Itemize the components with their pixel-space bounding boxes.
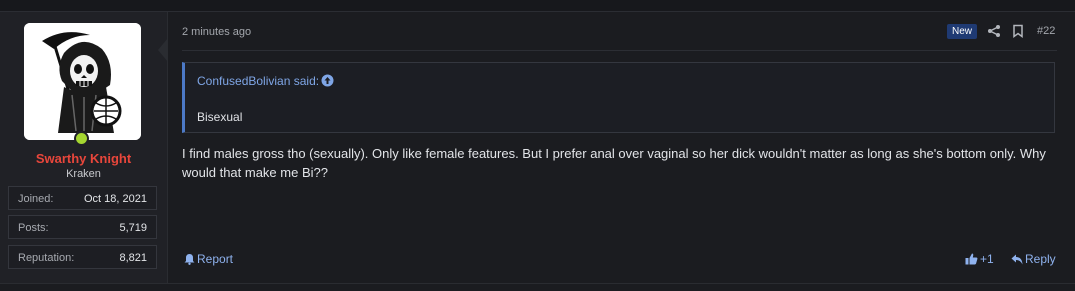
reply-button[interactable]: Reply (1011, 252, 1056, 266)
report-label: Report (197, 252, 234, 266)
online-status-indicator (74, 131, 89, 146)
bookmark-icon[interactable] (1011, 24, 1025, 38)
stat-posts: Posts: 5,719 (8, 215, 157, 239)
reply-icon (1011, 254, 1023, 265)
stat-label: Posts: (18, 222, 49, 234)
report-link[interactable]: Report (184, 252, 233, 266)
post-message: I find males gross tho (sexually). Only … (182, 146, 1046, 180)
share-icon[interactable] (987, 24, 1001, 38)
stat-value: 5,719 (119, 222, 147, 234)
stat-joined: Joined: Oct 18, 2021 (8, 186, 157, 210)
quote-author-link[interactable]: ConfusedBolivian said: (197, 74, 319, 88)
user-sidebar: Swarthy Knight Kraken Joined: Oct 18, 20… (0, 12, 168, 283)
bell-icon (184, 254, 195, 265)
jump-to-quote-icon[interactable] (321, 74, 334, 87)
stat-value: 8,821 (119, 252, 147, 264)
post-timestamp[interactable]: 2 minutes ago (182, 26, 251, 38)
like-label: +1 (980, 252, 994, 266)
reply-label: Reply (1025, 252, 1056, 266)
post-number-link[interactable]: #22 (1037, 25, 1055, 37)
sidebar-pointer (158, 38, 168, 62)
avatar[interactable] (24, 23, 141, 140)
grim-reaper-icon (24, 23, 141, 140)
forum-post: Swarthy Knight Kraken Joined: Oct 18, 20… (0, 12, 1075, 291)
like-button[interactable]: +1 (965, 252, 994, 266)
username[interactable]: Swarthy Knight (0, 151, 167, 166)
quote-block: ConfusedBolivian said: Bisexual (182, 62, 1055, 133)
stat-value: Oct 18, 2021 (84, 193, 147, 205)
top-divider (0, 0, 1075, 12)
stat-reputation: Reputation: 8,821 (8, 245, 157, 269)
thumbs-up-icon (965, 253, 978, 265)
stat-label: Joined: (18, 193, 54, 205)
new-badge: New (947, 24, 978, 39)
header-divider (182, 50, 1057, 51)
stat-label: Reputation: (18, 252, 75, 264)
post-main: 2 minutes ago New #22 ConfusedBolivian s… (168, 12, 1075, 283)
quote-text: Bisexual (197, 110, 243, 124)
user-title: Kraken (66, 168, 101, 180)
post-divider (0, 283, 1075, 284)
